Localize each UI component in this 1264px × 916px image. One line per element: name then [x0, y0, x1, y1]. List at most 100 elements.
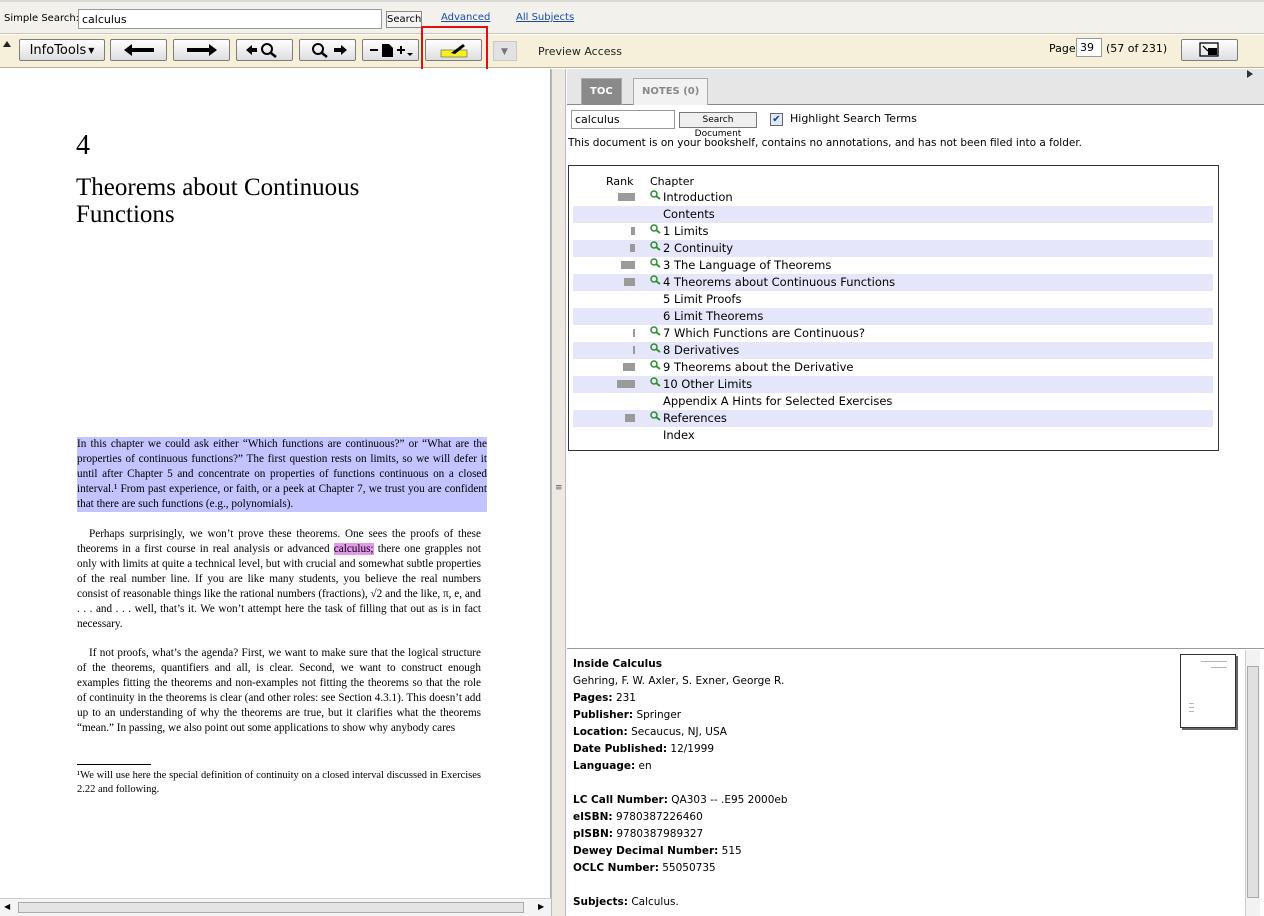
toc-row[interactable]: Appendix A Hints for Selected Exercises [573, 393, 1213, 410]
book-dewey: 515 [721, 845, 742, 857]
toc-chapter-link[interactable]: 10 Other Limits [663, 377, 752, 391]
scroll-right-icon[interactable]: ▶ [538, 902, 544, 911]
toc-row[interactable]: 9 Theorems about the Derivative [573, 359, 1213, 376]
rank-bar [625, 414, 635, 422]
field-label: Pages: [573, 692, 613, 704]
simple-search-input[interactable] [78, 9, 382, 29]
search-document-button[interactable]: Search Document [679, 112, 757, 139]
toc-row[interactable]: 3 The Language of Theorems [573, 257, 1213, 274]
tab-toc[interactable]: TOC [581, 78, 622, 105]
search-hit-icon[interactable] [650, 275, 661, 286]
toc-row[interactable]: 4 Theorems about Continuous Functions [573, 274, 1213, 291]
rank-bar [631, 227, 635, 235]
rank-bar [624, 278, 635, 286]
previous-search-hit-button[interactable] [236, 39, 293, 61]
previous-page-button[interactable] [110, 39, 167, 61]
highlight-terms-label: Highlight Search Terms [790, 112, 917, 125]
rank-bar [623, 363, 635, 371]
toc-chapter-link[interactable]: 1 Limits [663, 224, 708, 238]
rank-bar [633, 346, 635, 354]
toc-row[interactable]: Index [573, 427, 1213, 444]
search-term-highlight: calculus; [333, 542, 374, 555]
toc-row[interactable]: 7 Which Functions are Continuous? [573, 325, 1213, 342]
tab-notes[interactable]: NOTES (0) [633, 78, 709, 105]
search-hit-icon[interactable] [650, 377, 661, 388]
toc-chapter-link[interactable]: 8 Derivatives [663, 343, 739, 357]
search-hit-icon[interactable] [650, 190, 661, 201]
search-hit-icon[interactable] [650, 326, 661, 337]
chevron-down-icon: ▼ [501, 47, 508, 57]
zoom-page-icon [369, 44, 413, 57]
body-paragraph: Perhaps surprisingly, we won’t prove the… [77, 527, 481, 632]
toc-chapter-link[interactable]: 6 Limit Theorems [663, 309, 763, 323]
document-search-input[interactable] [571, 110, 675, 129]
toc-chapter-link[interactable]: Appendix A Hints for Selected Exercises [663, 394, 892, 408]
arrow-left-icon [123, 44, 154, 56]
toc-row[interactable]: 10 Other Limits [573, 376, 1213, 393]
toc-chapter-link[interactable]: Index [663, 428, 695, 442]
collapse-panel-icon[interactable] [1247, 70, 1253, 78]
field-label: Dewey Decimal Number: [573, 845, 719, 857]
book-oclc: 55050735 [662, 862, 716, 874]
search-hit-icon[interactable] [650, 224, 661, 235]
field-label: Language: [573, 760, 636, 772]
toc-chapter-link[interactable]: 3 The Language of Theorems [663, 258, 831, 272]
book-language: en [638, 760, 652, 772]
toc-row[interactable]: 1 Limits [573, 223, 1213, 240]
field-label: Subjects: [573, 896, 628, 908]
search-hit-icon[interactable] [650, 411, 661, 422]
book-title: Inside Calculus [573, 658, 662, 670]
highlight-options-button[interactable]: ▼ [493, 41, 517, 61]
toc-chapter-link[interactable]: 2 Continuity [663, 241, 733, 255]
toc-chapter-link[interactable]: References [663, 411, 727, 425]
next-page-button[interactable] [173, 39, 230, 61]
zoom-button[interactable] [362, 39, 419, 61]
next-search-hit-button[interactable] [299, 39, 356, 61]
book-lc-number: QA303 -- .E95 2000eb [671, 794, 788, 806]
infotools-button[interactable]: InfoTools ▼ [19, 39, 105, 61]
scroll-left-icon[interactable]: ◀ [4, 902, 10, 911]
toc-chapter-link[interactable]: 5 Limit Proofs [663, 292, 741, 306]
chapter-header: Chapter [650, 175, 694, 188]
toc-chapter-link[interactable]: Introduction [663, 190, 733, 204]
highlight-terms-checkbox[interactable]: ✔ [770, 113, 783, 126]
selected-paragraph[interactable]: In this chapter we could ask either “Whi… [77, 437, 487, 512]
page-number-input[interactable] [1076, 38, 1102, 57]
search-hit-icon[interactable] [650, 343, 661, 354]
collapse-toolbar-icon[interactable] [3, 41, 11, 47]
book-cover-thumbnail[interactable] [1180, 654, 1236, 728]
book-subjects: Calculus. [631, 896, 679, 908]
search-hit-icon[interactable] [650, 258, 661, 269]
toc-row[interactable]: 8 Derivatives [573, 342, 1213, 359]
horizontal-scrollbar[interactable]: ◀ ▶ [0, 898, 551, 916]
scroll-thumb[interactable] [1247, 666, 1259, 898]
toc-row[interactable]: Contents [573, 206, 1213, 223]
toc-chapter-link[interactable]: 9 Theorems about the Derivative [663, 360, 853, 374]
field-label: pISBN: [573, 828, 613, 840]
search-hit-icon[interactable] [650, 360, 661, 371]
toc-row[interactable]: Introduction [573, 189, 1213, 206]
field-label: Date Published: [573, 743, 668, 755]
toc-row[interactable]: 5 Limit Proofs [573, 291, 1213, 308]
toc-chapter-link[interactable]: 7 Which Functions are Continuous? [663, 326, 865, 340]
search-previous-icon [245, 43, 277, 58]
toc-row[interactable]: References [573, 410, 1213, 427]
all-subjects-link[interactable]: All Subjects [516, 12, 574, 23]
scroll-thumb[interactable] [18, 902, 524, 913]
toc-row[interactable]: 6 Limit Theorems [573, 308, 1213, 325]
paragraph-text: there one grapples not only with limits … [77, 542, 481, 630]
search-next-icon [311, 43, 347, 58]
book-pisbn: 9780387989327 [616, 828, 704, 840]
toc-row[interactable]: 2 Continuity [573, 240, 1213, 257]
pane-splitter[interactable]: ≡ [551, 69, 566, 916]
search-hit-icon[interactable] [650, 241, 661, 252]
advanced-search-link[interactable]: Advanced [441, 12, 490, 23]
toc-chapter-link[interactable]: Contents [663, 207, 715, 221]
toc-chapter-link[interactable]: 4 Theorems about Continuous Functions [663, 275, 895, 289]
details-scrollbar[interactable] [1245, 650, 1260, 916]
arrow-right-icon [186, 44, 217, 56]
page-label: Page [1049, 42, 1076, 55]
search-button[interactable]: Search [386, 11, 422, 28]
footnote: ¹We will use here the special definition… [77, 770, 481, 795]
fit-page-button[interactable] [1181, 39, 1238, 61]
